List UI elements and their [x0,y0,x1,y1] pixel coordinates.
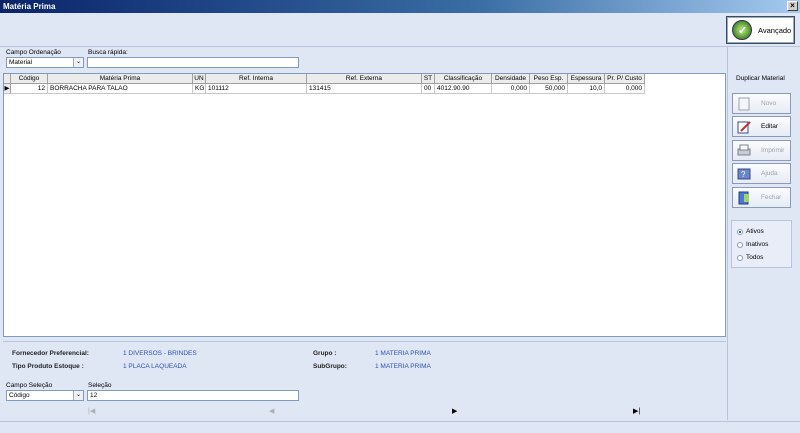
window-title: Matéria Prima [3,2,56,11]
filter-active-label: Ativos [746,228,764,235]
record-navigator: |◀ ◀ ▶ ▶| [3,407,726,417]
cell-cost-price[interactable]: 0,000 [605,84,645,94]
cell-internal-ref[interactable]: 101112 [206,84,307,94]
order-field-label: Campo Ordenação [6,49,61,56]
col-header-cost-price[interactable]: Pr. P/ Custo [605,74,645,84]
radio-empty-icon [737,241,743,248]
filter-inactive-label: Inativos [746,241,769,248]
product-type-value: 1 PLACA LAQUEADA [123,363,187,370]
quick-search-input[interactable] [87,57,299,68]
selection-field-label: Campo Seleção [6,382,53,389]
supplier-label: Fornecedor Preferencial: [12,350,89,357]
subgroup-value: 1 MATERIA PRIMA [375,363,431,370]
cell-thickness[interactable]: 10,0 [568,84,605,94]
col-header-st[interactable]: ST [422,74,435,84]
edit-button[interactable]: Editar [732,116,791,137]
col-header-internal-ref[interactable]: Ref. Interna [206,74,307,84]
top-frame [0,13,800,47]
order-field-select[interactable]: Material ⌄ [6,57,84,68]
cell-specific-weight[interactable]: 50,000 [530,84,568,94]
cell-material[interactable]: BORRACHA PARA TALAO [48,84,193,94]
close-form-button[interactable]: Fechar [732,187,791,208]
cell-code[interactable]: 12 [11,84,48,94]
col-header-external-ref[interactable]: Ref. Externa [307,74,422,84]
col-header-material[interactable]: Matéria Prima [48,74,193,84]
edit-pencil-icon [737,120,751,134]
indicator-header [4,74,11,84]
cell-st[interactable]: 00 [422,84,435,94]
new-button[interactable]: Novo [732,93,791,114]
new-document-icon [737,97,751,111]
print-button[interactable]: Imprimir [732,140,791,161]
filter-inactive-radio[interactable]: Inativos [737,241,768,248]
col-header-code[interactable]: Código [11,74,48,84]
filter-all-radio[interactable]: Todos [737,254,763,261]
help-book-icon: ? [737,167,751,181]
product-type-label: Tipo Produto Estoque : [12,363,84,370]
duplicate-material-link[interactable]: Duplicar Material [736,75,785,82]
exit-door-icon [737,191,751,205]
help-button-label: Ajuda [761,170,778,177]
cell-density[interactable]: 0,000 [492,84,530,94]
cell-external-ref[interactable]: 131415 [307,84,422,94]
search-area: Campo Ordenação Material ⌄ Busca rápida: [3,47,726,73]
selection-field-value: Código [9,392,30,399]
materials-grid: Código Matéria Prima UN Ref. Interna Ref… [3,73,726,337]
chevron-down-icon[interactable]: ⌄ [73,58,83,67]
new-button-label: Novo [761,100,777,107]
svg-text:?: ? [741,170,746,179]
status-filter-group: Ativos Inativos Todos [731,220,792,268]
table-row[interactable]: ▶ 12 BORRACHA PARA TALAO KG 101112 13141… [4,84,645,94]
nav-last-button[interactable]: ▶| [633,407,640,415]
printer-icon [737,144,751,158]
chevron-down-icon[interactable]: ⌄ [73,391,83,400]
help-button[interactable]: ? Ajuda [732,163,791,184]
order-field-value: Material [9,59,33,66]
cell-unit[interactable]: KG [193,84,206,94]
radio-selected-icon [737,228,743,235]
col-header-specific-weight[interactable]: Peso Esp. [530,74,568,84]
status-bar [0,421,800,433]
selection-value-label: Seleção [88,382,112,389]
advanced-label: Avançado [758,25,792,35]
filter-active-radio[interactable]: Ativos [737,228,764,235]
grid-header: Código Matéria Prima UN Ref. Interna Ref… [4,74,645,84]
cell-classification[interactable]: 4012.90.90 [435,84,492,94]
nav-next-button[interactable]: ▶ [452,407,457,415]
group-label: Grupo : [313,350,337,357]
filter-all-label: Todos [746,254,764,261]
subgroup-label: SubGrupo: [313,363,347,370]
check-circle-icon [732,20,752,40]
selection-value-input[interactable]: 12 [87,390,299,401]
close-button[interactable]: × [787,1,798,11]
selection-field-select[interactable]: Código ⌄ [6,390,84,401]
group-value: 1 MATERIA PRIMA [375,350,431,357]
supplier-value: 1 DIVERSOS - BRINDES [123,350,197,357]
edit-button-label: Editar [761,123,778,130]
details-panel: Fornecedor Preferencial: 1 DIVERSOS - BR… [3,341,726,375]
main-area: Campo Ordenação Material ⌄ Busca rápida:… [3,47,726,420]
col-header-unit[interactable]: UN [193,74,206,84]
advanced-button[interactable]: Avançado [726,16,795,44]
nav-first-button[interactable]: |◀ [88,407,95,415]
selection-area: Campo Seleção Código ⌄ Seleção 12 [3,380,726,406]
quick-search-label: Busca rápida: [88,49,128,56]
col-header-classification[interactable]: Classificação [435,74,492,84]
row-indicator-icon: ▶ [4,84,11,94]
radio-empty-icon [737,254,743,261]
title-bar: Matéria Prima × [0,0,800,13]
close-form-button-label: Fechar [761,194,782,201]
col-header-thickness[interactable]: Espessura [568,74,605,84]
col-header-density[interactable]: Densidade [492,74,530,84]
nav-prev-button[interactable]: ◀ [269,407,274,415]
print-button-label: Imprimir [761,147,785,154]
